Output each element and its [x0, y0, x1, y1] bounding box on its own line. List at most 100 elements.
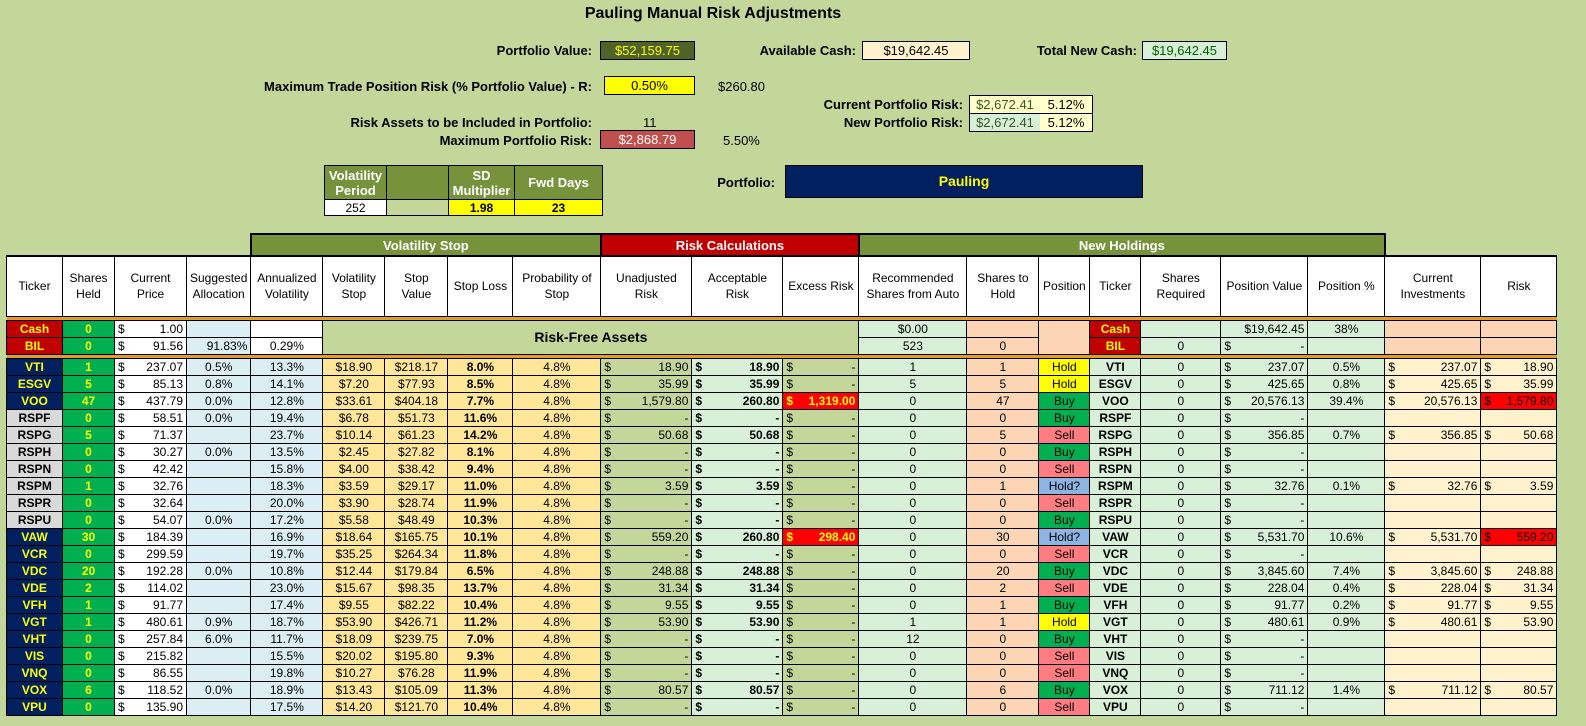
vol-cell[interactable]: 23.7% — [250, 425, 324, 444]
position-value-cell[interactable]: $3,845.60 — [1220, 561, 1309, 580]
unadjusted-risk-cell[interactable]: $9.55 — [600, 595, 693, 614]
acceptable-risk-cell[interactable]: $ - — [691, 544, 784, 563]
position-cell[interactable]: Sell — [1038, 646, 1091, 665]
position-cell[interactable]: Hold? — [1038, 527, 1091, 546]
ticker-cell[interactable]: RSPM — [6, 476, 63, 495]
ticker-cell[interactable]: VIS — [1089, 646, 1142, 665]
acceptable-risk-cell[interactable]: $ - — [691, 697, 784, 716]
shares-required-cell[interactable]: 0 — [1140, 357, 1222, 376]
risk-cell[interactable] — [1480, 510, 1558, 529]
alloc-cell[interactable] — [185, 459, 252, 478]
portfolio-name-cell[interactable]: Pauling — [785, 165, 1143, 198]
stop-loss-cell[interactable]: 11.8% — [447, 544, 514, 563]
shares-held-cell[interactable]: 0 — [62, 629, 115, 648]
rec-shares-cell[interactable]: 1 — [858, 612, 968, 631]
shares-held-cell[interactable]: 0 — [62, 697, 115, 716]
current-investments-cell[interactable] — [1384, 493, 1482, 512]
position-pct-cell[interactable] — [1307, 646, 1386, 665]
unadjusted-risk-cell[interactable]: $18.90 — [600, 357, 693, 376]
alloc-cell[interactable] — [185, 493, 252, 512]
shares-to-hold-cell[interactable]: 0 — [966, 629, 1040, 648]
risk-cell[interactable]: $3.59 — [1480, 476, 1558, 495]
vol-cell[interactable]: 18.9% — [250, 680, 324, 699]
rec-shares-cell[interactable]: 12 — [858, 629, 968, 648]
position-value-cell[interactable]: $711.12 — [1220, 680, 1309, 699]
position-pct-cell[interactable]: 39.4% — [1307, 391, 1386, 410]
shares-held-cell[interactable]: 0 — [62, 544, 115, 563]
position-value-cell[interactable]: $237.07 — [1220, 357, 1309, 376]
position-pct-cell[interactable]: 0.5% — [1307, 357, 1386, 376]
position-value-cell[interactable]: $ - — [1220, 336, 1309, 355]
unadjusted-risk-cell[interactable]: $ - — [600, 663, 693, 682]
excess-risk-cell[interactable]: $ - — [782, 510, 860, 529]
acceptable-risk-cell[interactable]: $9.55 — [691, 595, 784, 614]
price-cell[interactable]: $86.55 — [114, 663, 187, 682]
position-cell[interactable]: Hold — [1038, 612, 1091, 631]
shares-required-cell[interactable]: 0 — [1140, 442, 1222, 461]
position-pct-cell[interactable] — [1307, 442, 1386, 461]
position-pct-cell[interactable] — [1307, 697, 1386, 716]
ticker-cell[interactable]: VIS — [6, 646, 63, 665]
vol-stop-cell[interactable]: $3.90 — [322, 493, 386, 512]
prob-stop-cell[interactable]: 4.8% — [512, 476, 602, 495]
prob-stop-cell[interactable]: 4.8% — [512, 544, 602, 563]
prob-stop-cell[interactable]: 4.8% — [512, 527, 602, 546]
shares-to-hold-cell[interactable]: 6 — [966, 680, 1040, 699]
ticker-cell[interactable]: RSPG — [6, 425, 63, 444]
alloc-cell[interactable]: 0.0% — [185, 391, 252, 410]
ticker-cell[interactable]: VNQ — [1089, 663, 1142, 682]
current-investments-cell[interactable]: $3,845.60 — [1384, 561, 1482, 580]
position-cell[interactable]: Hold — [1038, 357, 1091, 376]
price-cell[interactable]: $58.51 — [114, 408, 187, 427]
stop-value-cell[interactable]: $195.80 — [384, 646, 449, 665]
position-value-cell[interactable]: $ - — [1220, 697, 1309, 716]
shares-held-cell[interactable]: 30 — [62, 527, 115, 546]
ticker-cell[interactable]: Cash — [1089, 319, 1142, 338]
position-cell[interactable]: Buy — [1038, 561, 1091, 580]
position-pct-cell[interactable] — [1307, 544, 1386, 563]
rec-shares-cell[interactable]: 1 — [858, 357, 968, 376]
shares-required-cell[interactable]: 0 — [1140, 336, 1222, 355]
stop-loss-cell[interactable]: 10.4% — [447, 697, 514, 716]
vol-cell[interactable]: 18.3% — [250, 476, 324, 495]
rec-shares-cell[interactable]: 0 — [858, 459, 968, 478]
shares-held-cell[interactable]: 0 — [62, 336, 115, 355]
current-portfolio-risk-cell[interactable]: $2,672.41 — [969, 95, 1041, 114]
price-cell[interactable]: $42.42 — [114, 459, 187, 478]
shares-required-cell[interactable]: 0 — [1140, 374, 1222, 393]
stop-value-cell[interactable]: $28.74 — [384, 493, 449, 512]
risk-cell[interactable] — [1480, 459, 1558, 478]
stop-value-cell[interactable]: $105.09 — [384, 680, 449, 699]
shares-required-cell[interactable]: 0 — [1140, 561, 1222, 580]
position-value-cell[interactable]: $ - — [1220, 544, 1309, 563]
vol-stop-cell[interactable]: $20.02 — [322, 646, 386, 665]
shares-to-hold-cell[interactable]: 0 — [966, 697, 1040, 716]
rec-shares-cell[interactable]: $0.00 — [858, 319, 968, 338]
vol-cell[interactable] — [250, 319, 324, 338]
vol-stop-cell[interactable]: $18.09 — [322, 629, 386, 648]
shares-required-cell[interactable]: 0 — [1140, 476, 1222, 495]
current-investments-cell[interactable] — [1384, 459, 1482, 478]
shares-to-hold-cell[interactable]: 0 — [966, 459, 1040, 478]
position-value-cell[interactable]: $32.76 — [1220, 476, 1309, 495]
prob-stop-cell[interactable]: 4.8% — [512, 357, 602, 376]
vol-stop-cell[interactable]: $10.14 — [322, 425, 386, 444]
vol-cell[interactable]: 11.7% — [250, 629, 324, 648]
ticker-cell[interactable]: RSPF — [1089, 408, 1142, 427]
current-investments-cell[interactable] — [1384, 697, 1482, 716]
position-pct-cell[interactable] — [1307, 629, 1386, 648]
position-value-cell[interactable]: $20,576.13 — [1220, 391, 1309, 410]
price-cell[interactable]: $299.59 — [114, 544, 187, 563]
vol-blank-value[interactable] — [386, 199, 449, 216]
shares-required-cell[interactable]: 0 — [1140, 408, 1222, 427]
price-cell[interactable]: $91.77 — [114, 595, 187, 614]
alloc-cell[interactable] — [185, 697, 252, 716]
shares-to-hold-cell[interactable]: 2 — [966, 578, 1040, 597]
prob-stop-cell[interactable]: 4.8% — [512, 595, 602, 614]
vol-stop-cell[interactable]: $33.61 — [322, 391, 386, 410]
shares-required-cell[interactable]: 0 — [1140, 544, 1222, 563]
excess-risk-cell[interactable]: $ - — [782, 544, 860, 563]
current-investments-cell[interactable] — [1384, 646, 1482, 665]
shares-to-hold-cell[interactable]: 0 — [966, 544, 1040, 563]
stop-value-cell[interactable]: $61.23 — [384, 425, 449, 444]
